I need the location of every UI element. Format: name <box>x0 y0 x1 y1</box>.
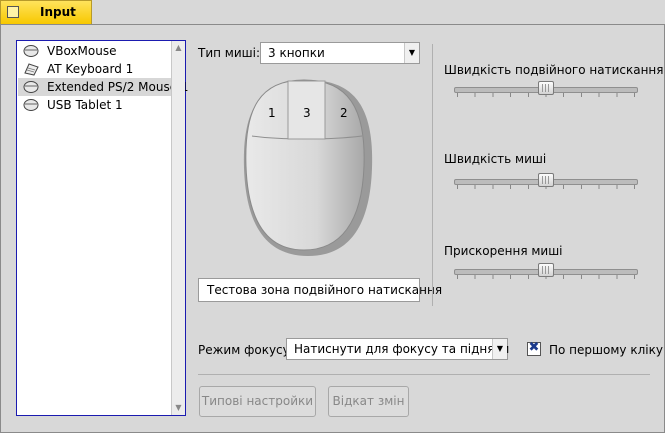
mouse-acceleration-slider[interactable] <box>451 262 641 280</box>
mouse-icon <box>23 44 39 58</box>
list-item-usb-tablet[interactable]: USB Tablet 1 <box>18 96 174 114</box>
scroll-down-icon[interactable]: ▼ <box>172 402 185 414</box>
list-item-label: VBoxMouse <box>47 44 117 58</box>
mouse-type-label: Тип миші: <box>198 46 260 60</box>
double-click-speed-slider[interactable] <box>451 80 641 98</box>
focus-mode-dropdown[interactable]: Натиснути для фокусу та підняти ▼ <box>286 338 510 360</box>
mouse-button-middle-label: 3 <box>303 106 311 120</box>
first-click-checkbox[interactable]: ✖ <box>527 340 541 356</box>
mouse-type-dropdown[interactable]: 3 кнопки ▼ <box>260 42 420 64</box>
slider-thumb[interactable] <box>538 173 554 187</box>
focus-mode-value: Натиснути для фокусу та підняти <box>294 342 510 356</box>
window-title: Input <box>40 5 76 19</box>
list-item-label: Extended PS/2 Mouse 1 <box>47 80 189 94</box>
keyboard-icon <box>23 62 39 76</box>
scroll-up-icon[interactable]: ▲ <box>172 42 185 54</box>
mouse-icon <box>23 80 39 94</box>
double-click-test-area[interactable]: Тестова зона подвійного натискання <box>198 278 442 302</box>
focus-mode-label: Режим фокусу: <box>198 343 294 357</box>
defaults-button[interactable]: Типові настройки <box>199 386 316 417</box>
double-click-speed-label: Швидкість подвійного натискання <box>444 63 664 77</box>
vertical-divider <box>432 44 433 306</box>
mouse-acceleration-label: Прискорення миші <box>444 244 563 258</box>
list-item-label: USB Tablet 1 <box>47 98 123 112</box>
slider-thumb[interactable] <box>538 81 554 95</box>
list-item-extended-ps2-mouse[interactable]: Extended PS/2 Mouse 1 <box>18 78 189 96</box>
chevron-down-icon: ▼ <box>492 339 507 359</box>
window-tab[interactable]: Input <box>0 0 92 24</box>
chevron-down-icon: ▼ <box>404 43 419 63</box>
mouse-button-left-label: 1 <box>268 106 276 120</box>
mouse-icon <box>23 98 39 112</box>
list-item-vboxmouse[interactable]: VBoxMouse <box>18 42 174 60</box>
mouse-button-right-label: 2 <box>340 106 348 120</box>
double-click-test-text: Тестова зона подвійного натискання <box>207 283 443 297</box>
mouse-illustration: 1 3 2 <box>240 78 376 260</box>
slider-thumb[interactable] <box>538 263 554 277</box>
list-item-at-keyboard[interactable]: AT Keyboard 1 <box>18 60 174 78</box>
mouse-speed-label: Швидкість миші <box>444 152 547 166</box>
window-close-box[interactable] <box>7 6 19 18</box>
checkmark-icon: ✖ <box>528 340 540 355</box>
revert-button[interactable]: Відкат змін <box>328 386 409 417</box>
list-item-label: AT Keyboard 1 <box>47 62 134 76</box>
mouse-speed-slider[interactable] <box>451 172 641 190</box>
device-list[interactable]: VBoxMouse AT Keyboard 1 Extended PS/2 Mo… <box>16 40 189 416</box>
first-click-label: По першому кліку <box>549 343 663 357</box>
list-scrollbar[interactable]: ▲ ▼ <box>171 41 185 415</box>
mouse-type-value: 3 кнопки <box>268 46 325 60</box>
horizontal-divider <box>198 374 650 375</box>
